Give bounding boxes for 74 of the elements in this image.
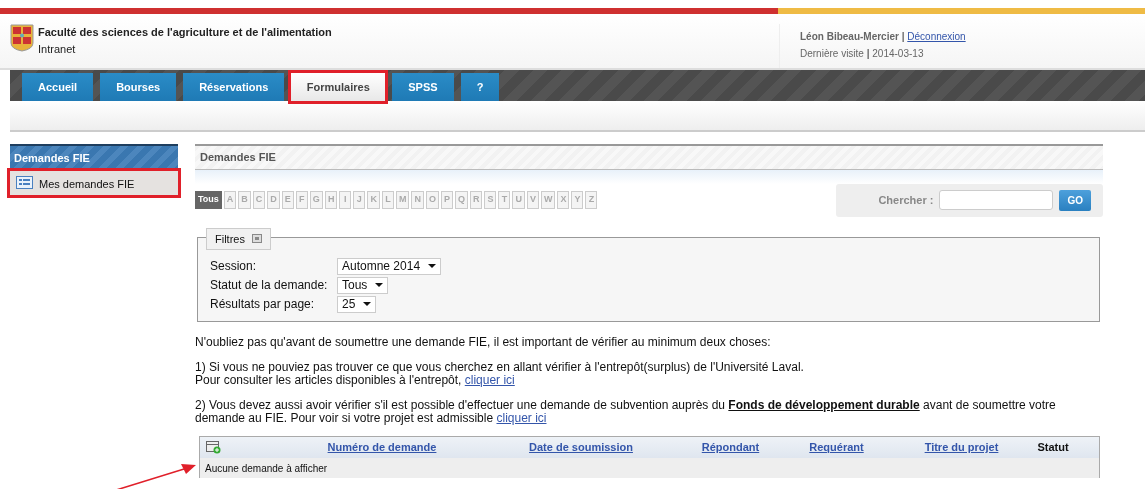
letter-filter[interactable]: V (526, 191, 539, 209)
letter-filter[interactable]: A (223, 191, 237, 209)
letter-filter[interactable]: I (339, 191, 352, 209)
filters-legend[interactable]: Filtres (206, 227, 271, 250)
dropdown[interactable]: 25 (337, 295, 377, 313)
column-header[interactable]: Requérant (809, 440, 864, 453)
letter-filter[interactable]: T (498, 191, 511, 209)
filter-label: Statut de la demande: (210, 277, 329, 294)
nav-tab[interactable]: Formulaires (291, 73, 386, 101)
letter-filter[interactable]: K (367, 191, 380, 209)
letter-filter[interactable]: O (425, 191, 439, 209)
letter-filter[interactable]: Y (571, 191, 584, 209)
empty-message: Aucune demande à afficher (200, 457, 1099, 478)
letter-filter[interactable]: D (267, 191, 280, 209)
letter-filter[interactable]: B (238, 191, 251, 209)
column-header[interactable]: Date de soumission (529, 440, 633, 453)
letter-filter[interactable]: F (295, 191, 308, 209)
column-header[interactable]: Répondant (701, 440, 760, 453)
dropdown[interactable]: Tous (337, 276, 389, 294)
letter-filter[interactable]: S (484, 191, 497, 209)
toggle-icon[interactable] (251, 234, 262, 244)
letter-filter[interactable]: Tous (195, 191, 222, 209)
letter-filter[interactable]: C (252, 191, 266, 209)
logout-link[interactable]: Déconnexion (907, 31, 966, 42)
section-title: Demandes FIE (195, 144, 1103, 170)
link[interactable]: cliquer ici (496, 410, 547, 425)
last-visit-label: Dernière visite (800, 48, 864, 59)
dropdown[interactable]: Automne 2014 (337, 257, 442, 275)
letter-filter[interactable]: P (440, 191, 453, 209)
site-subtitle: Intranet (38, 41, 77, 57)
nav-tab[interactable]: Réservations (183, 73, 285, 101)
column-header: Statut (1037, 440, 1069, 453)
filter-label: Résultats par page: (210, 296, 316, 313)
shield-logo-icon (10, 24, 34, 52)
search-label: Chercher : (877, 192, 934, 208)
letter-filter[interactable]: Q (454, 191, 468, 209)
letter-filter[interactable]: W (540, 191, 556, 209)
letter-filter[interactable]: J (353, 191, 366, 209)
nav-tab[interactable]: Accueil (22, 73, 94, 101)
faculty-title: Faculté des sciences de l'agriculture et de l'alimentation (38, 25, 332, 40)
letter-filter[interactable]: M (395, 191, 410, 209)
sidebar-item[interactable]: Mes demandes FIE (10, 170, 178, 195)
note-text: 2) Vous devez aussi avoir vérifier s'il est possible d'effectuer une demande de subvention auprès du Fonds de développement durable avant de soumettre votre demande au FIE. Pour voir si votre projet est admissible cliquer ici (195, 398, 1057, 425)
letter-filter[interactable]: U (512, 191, 525, 209)
add-table-icon[interactable] (206, 441, 221, 455)
column-header[interactable]: Titre du projet (924, 440, 999, 453)
sidebar-title: Demandes FIE (10, 144, 178, 171)
filter-label: Session: (210, 258, 258, 275)
go-button[interactable]: GO (1059, 189, 1091, 211)
letter-filter[interactable]: H (324, 191, 338, 209)
letter-filter[interactable]: X (557, 191, 570, 209)
last-visit-date: 2014-03-13 (872, 48, 924, 59)
column-header[interactable]: Numéro de demande (327, 440, 437, 453)
letter-filter[interactable]: E (281, 191, 294, 209)
nav-tab[interactable]: ? (460, 73, 500, 101)
letter-filter[interactable]: L (381, 191, 394, 209)
search-field[interactable] (939, 190, 1054, 210)
nav-tab[interactable]: SPSS (392, 73, 454, 101)
fund-link[interactable]: Fonds de développement durable (728, 397, 920, 412)
intro-text: N'oubliez pas qu'avant de soumettre une demande FIE, il est important de vérifier au minimum deux choses: (195, 335, 772, 349)
letter-filter[interactable]: N (411, 191, 424, 209)
link[interactable]: cliquer ici (464, 372, 515, 387)
caret-icon (428, 264, 437, 268)
caret-icon (363, 302, 372, 306)
letter-filter[interactable]: Z (585, 191, 598, 209)
separator: | (866, 48, 870, 59)
list-icon (16, 175, 33, 189)
separator: | (901, 31, 905, 42)
note-text: 1) Si vous ne pouviez pas trouver ce que vous cherchez en allant vérifier à l'entrepôt(surplus) de l'Université Laval. Pour consulter les articles disponibles à l'entrepôt, cliquer ici (195, 360, 805, 387)
letter-filter[interactable]: R (469, 191, 483, 209)
letter-filter[interactable]: G (309, 191, 323, 209)
nav-tab[interactable]: Bourses (100, 73, 177, 101)
caret-icon (375, 283, 384, 287)
user-name: Léon Bibeau-Mercier (800, 31, 899, 42)
